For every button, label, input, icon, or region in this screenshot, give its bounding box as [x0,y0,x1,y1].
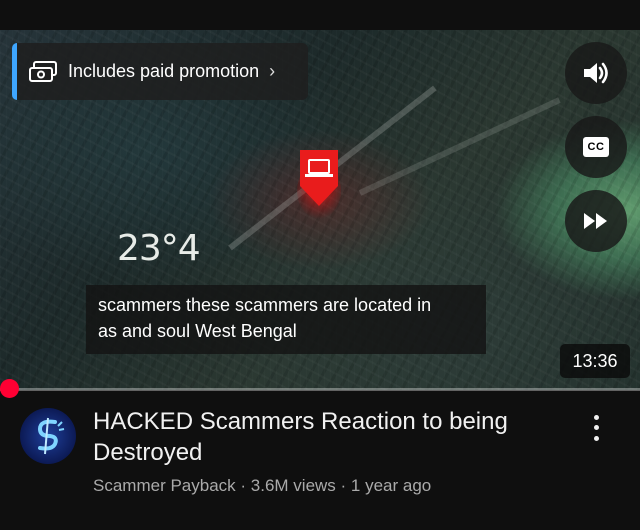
captions-button[interactable]: CC [565,116,627,178]
more-options-button[interactable] [584,412,608,444]
fast-forward-icon [584,213,607,229]
caption-line: scammers these scammers are located in [98,295,432,315]
top-bar [0,0,640,30]
duration-badge: 13:36 [560,344,630,378]
meta-separator: · [335,476,351,495]
channel-name[interactable]: Scammer Payback [93,476,236,495]
closed-caption-box: scammers these scammers are located in a… [86,285,486,354]
promo-accent-bar [12,43,17,100]
cc-icon: CC [583,137,609,157]
kebab-dot-icon [593,414,599,420]
chevron-right-icon: › [269,61,276,81]
channel-logo-icon [37,417,65,455]
channel-avatar[interactable] [20,408,76,464]
progress-scrubber-handle[interactable] [0,379,19,398]
video-metadata: Scammer Payback · 3.6M views · 1 year ag… [93,476,431,496]
volume-button[interactable] [565,42,627,104]
video-title[interactable]: HACKED Scammers Reaction to being Destro… [93,406,563,468]
money-icon [29,60,57,82]
promo-label: Includes paid promotion [68,61,260,81]
skip-forward-button[interactable] [565,190,627,252]
paid-promotion-banner[interactable]: Includes paid promotion › [12,43,308,100]
upload-age: 1 year ago [350,476,432,495]
kebab-dot-icon [593,425,599,431]
progress-bar[interactable] [0,388,640,391]
video-player[interactable]: Includes paid promotion › CC 23°4 scamme… [0,30,640,390]
kebab-dot-icon [593,436,599,442]
caption-line: as and soul West Bengal [98,321,297,341]
speaker-volume-icon [584,62,608,84]
view-count: 3.6M views [250,476,336,495]
location-laptop-marker-icon [297,150,341,219]
meta-separator: · [235,476,251,495]
coordinate-overlay-text: 23°4 [117,228,201,269]
